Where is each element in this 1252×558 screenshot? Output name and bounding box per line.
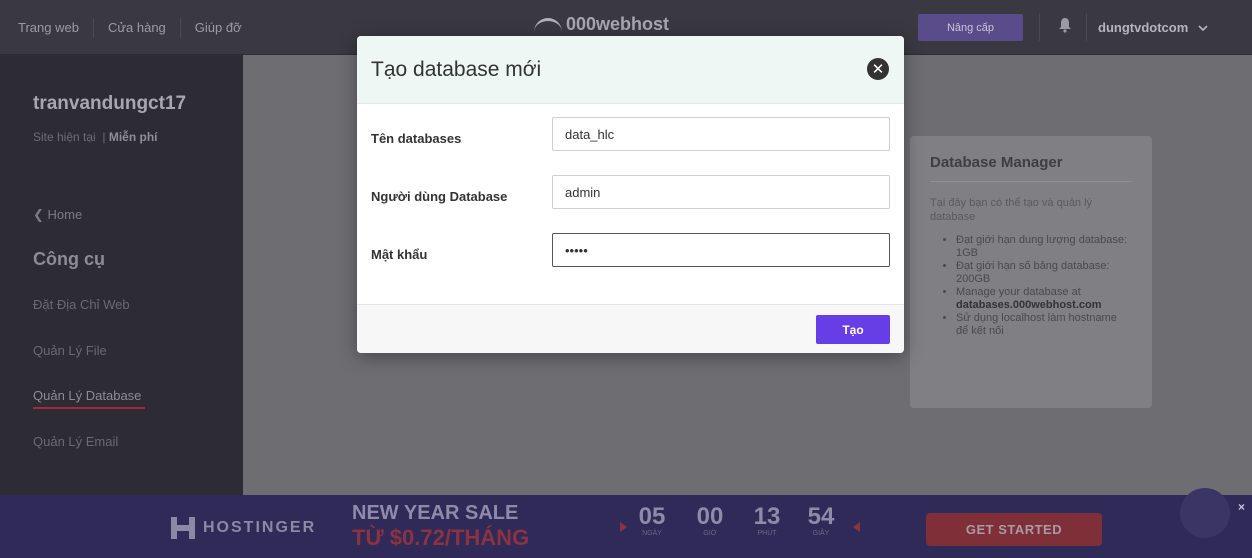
database-info-card: Database Manager Tại đây bạn có thể tạo … [910, 136, 1152, 408]
nav-link-websites[interactable]: Trang web [18, 17, 94, 38]
database-name-input[interactable] [552, 117, 890, 151]
sidebar-item-web-address[interactable]: Đặt Địa Chỉ Web [33, 297, 130, 312]
get-started-button[interactable]: GET STARTED [926, 513, 1102, 546]
divider [1086, 13, 1087, 41]
list-item: Đạt giới hạn dung lượng database: 1GB [956, 234, 1132, 260]
database-name-label: Tên databases [371, 131, 462, 146]
logo-arc-icon [534, 17, 562, 32]
bell-icon[interactable] [1058, 17, 1072, 33]
countdown-hours: 00 GIỜ [690, 503, 730, 538]
site-status-label: Site hiện tại [33, 130, 96, 144]
logo-text: 000webhost [566, 14, 670, 34]
card-bullet-list: Đạt giới hạn dung lượng database: 1GB Đạ… [930, 234, 1132, 338]
arrow-right-icon [620, 522, 627, 532]
nav-link-help[interactable]: Giúp đỡ [181, 18, 256, 38]
tools-heading: Công cụ [33, 249, 105, 269]
brand-logo[interactable]: 000webhost [534, 14, 669, 35]
sidebar: tranvandungct17 Site hiện tại | Miễn phí… [0, 55, 243, 495]
password-label: Mật khẩu [371, 247, 428, 262]
manage-text: Manage your database at [956, 286, 1081, 298]
dialog-title: Tạo database mới [371, 58, 542, 81]
banner-close-icon[interactable]: × [1238, 500, 1245, 514]
password-input[interactable] [552, 233, 890, 267]
list-item: Manage your database at databases.000web… [956, 286, 1132, 312]
card-intro: Tại đây bạn có thể tạo và quản lý databa… [930, 197, 1093, 223]
dialog-footer: Tạo [357, 304, 904, 353]
card-title: Database Manager [930, 154, 1132, 182]
arrow-left-icon [853, 522, 860, 532]
hostinger-icon [171, 517, 195, 539]
home-label: Home [47, 207, 83, 222]
countdown-value: 05 [638, 503, 666, 530]
database-user-label: Người dùng Database [371, 189, 508, 204]
top-nav: Trang web Cửa hàng Giúp đỡ [18, 0, 256, 55]
dialog-header: Tạo database mới ✕ [357, 36, 904, 104]
countdown-minutes: 13 PHÚT [747, 503, 787, 538]
hostinger-text: HOSTINGER [203, 519, 317, 536]
countdown-days: 05 NGÀY [632, 503, 672, 538]
create-database-dialog: Tạo database mới ✕ Tên databases Người d… [357, 36, 904, 353]
divider [1039, 13, 1040, 41]
countdown-value: 00 [696, 503, 724, 530]
sale-headline: NEW YEAR SALE [352, 502, 519, 524]
user-menu[interactable]: dungtvdotcom [1098, 0, 1208, 55]
create-button[interactable]: Tạo [816, 315, 890, 344]
sidebar-item-email-manager[interactable]: Quản Lý Email [33, 434, 118, 449]
active-indicator [33, 407, 145, 409]
site-name: tranvandungct17 [33, 93, 187, 114]
sidebar-item-database-manager[interactable]: Quản Lý Database [33, 388, 141, 403]
hostinger-logo: HOSTINGER [171, 517, 316, 539]
chevron-left-icon: ❮ [33, 207, 44, 222]
countdown-label: NGÀY [642, 530, 662, 537]
nav-link-store[interactable]: Cửa hàng [94, 17, 181, 38]
close-icon[interactable]: ✕ [867, 58, 889, 80]
site-status: Site hiện tại | Miễn phí [33, 130, 158, 144]
database-user-input[interactable] [552, 175, 890, 209]
countdown-label: GIÂY [812, 530, 830, 537]
countdown-seconds: 54 GIÂY [801, 503, 841, 538]
countdown-label: PHÚT [757, 530, 777, 537]
list-item: Sử dụng localhost làm hostname để kết nố… [956, 312, 1132, 338]
chevron-down-icon [1198, 24, 1208, 31]
chat-bubble-icon[interactable] [1180, 488, 1230, 538]
manage-link[interactable]: databases.000webhost.com [956, 299, 1102, 311]
sidebar-item-file-manager[interactable]: Quản Lý File [33, 343, 107, 358]
countdown-label: GIỜ [703, 530, 717, 537]
username: dungtvdotcom [1098, 20, 1189, 35]
upgrade-button[interactable]: Nâng cấp [918, 14, 1023, 41]
sale-price: TỪ $0.72/THÁNG [352, 525, 530, 550]
home-link[interactable]: ❮ Home [33, 207, 82, 223]
promo-banner: HOSTINGER NEW YEAR SALE TỪ $0.72/THÁNG 0… [0, 495, 1252, 558]
site-plan: Miễn phí [108, 130, 158, 144]
countdown-value: 13 [753, 503, 781, 530]
list-item: Đạt giới hạn số bảng database: 200GB [956, 260, 1132, 286]
countdown-value: 54 [807, 503, 835, 530]
